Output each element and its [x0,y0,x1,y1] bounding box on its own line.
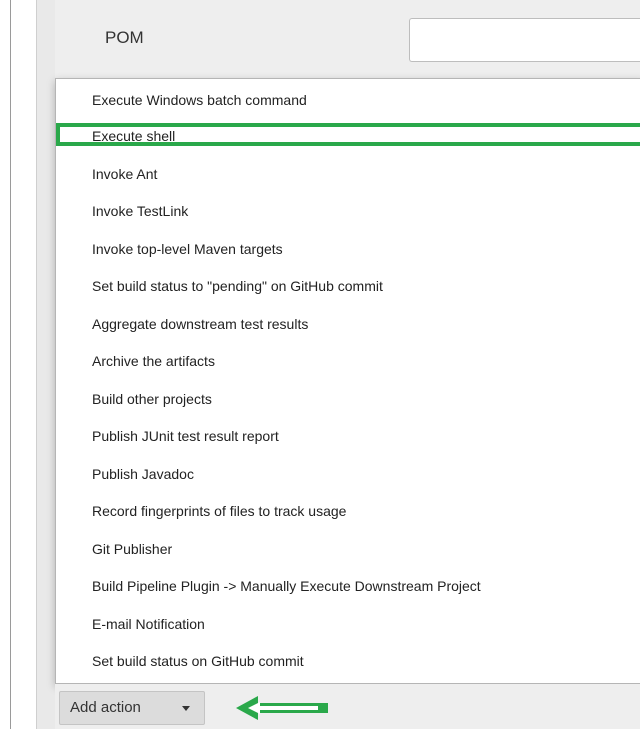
menu-item-set-build-status-github[interactable]: Set build status on GitHub commit [92,649,304,673]
add-action-label: Add action [70,699,141,716]
menu-item-publish-javadoc[interactable]: Publish Javadoc [92,462,194,486]
menu-item-git-publisher[interactable]: Git Publisher [92,537,172,561]
pom-input[interactable] [409,18,640,62]
menu-item-build-other-projects[interactable]: Build other projects [92,387,212,411]
menu-item-email-notification[interactable]: E-mail Notification [92,612,205,636]
page-left-border [10,0,11,729]
menu-item-record-fingerprints[interactable]: Record fingerprints of files to track us… [92,499,346,523]
menu-item-invoke-testlink[interactable]: Invoke TestLink [92,199,188,223]
menu-item-archive-artifacts[interactable]: Archive the artifacts [92,349,215,373]
bottom-action-row: Add action [55,684,640,729]
menu-item-set-build-status-pending[interactable]: Set build status to "pending" on GitHub … [92,274,383,298]
chevron-down-icon [182,706,190,711]
menu-item-publish-junit-report[interactable]: Publish JUnit test result report [92,424,279,448]
add-action-button[interactable]: Add action [59,691,205,725]
pom-label: POM [105,28,144,47]
pom-row: POM [55,0,640,84]
left-panel-strip [36,0,56,729]
menu-item-execute-shell[interactable]: Execute shell [92,124,175,148]
menu-item-aggregate-downstream-test-results[interactable]: Aggregate downstream test results [92,312,308,336]
menu-item-build-pipeline-plugin[interactable]: Build Pipeline Plugin -> Manually Execut… [92,574,481,598]
menu-item-invoke-maven-targets[interactable]: Invoke top-level Maven targets [92,237,283,261]
arrow-left-icon [236,696,328,720]
menu-item-execute-windows-batch-command[interactable]: Execute Windows batch command [92,88,307,112]
add-action-dropdown-menu: Execute Windows batch command Execute sh… [55,78,640,684]
menu-item-invoke-ant[interactable]: Invoke Ant [92,162,157,186]
